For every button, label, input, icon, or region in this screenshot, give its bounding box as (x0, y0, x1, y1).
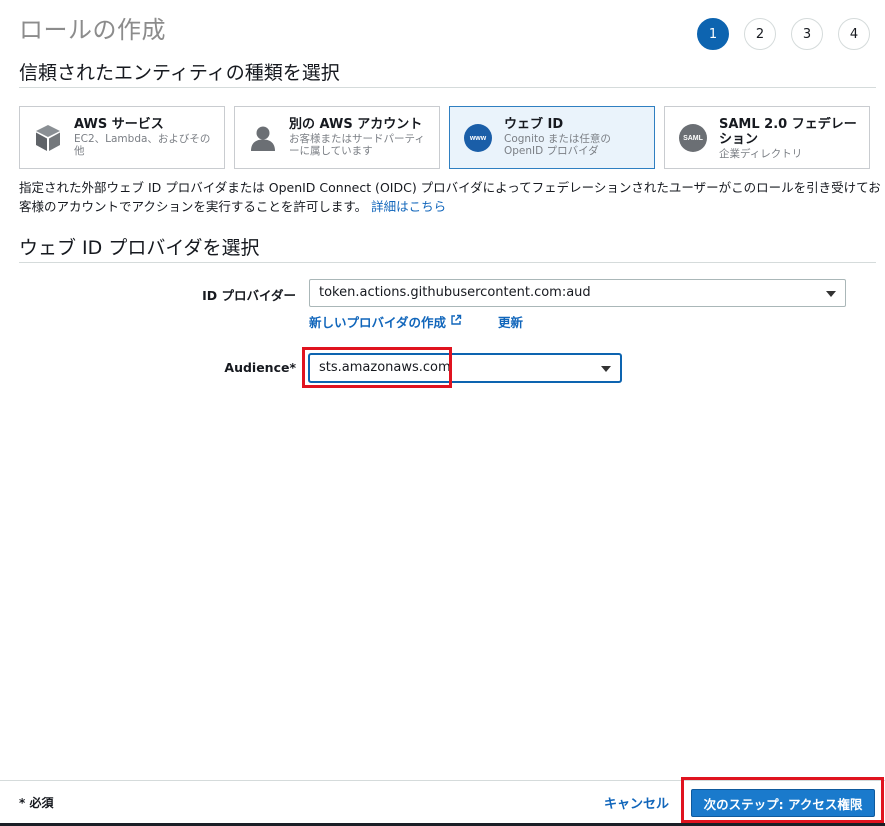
id-provider-value: token.actions.githubusercontent.com:aud (319, 285, 591, 300)
card-description: 企業ディレクトリ (719, 148, 803, 160)
entity-description: 指定された外部ウェブ ID プロバイダまたは OpenID Connect (O… (19, 178, 881, 216)
id-provider-label: ID プロバイダー (202, 288, 296, 303)
card-description: Cognito または任意の OpenID プロバイダ (504, 133, 611, 157)
step-4[interactable]: 4 (838, 18, 870, 50)
id-provider-select[interactable]: token.actions.githubusercontent.com:aud (309, 279, 846, 307)
footer: * 必須 キャンセル 次のステップ: アクセス権限 (0, 780, 885, 826)
card-title: SAML 2.0 フェデレーション (719, 117, 857, 147)
audience-value: sts.amazonaws.com (319, 360, 451, 375)
next-step-button[interactable]: 次のステップ: アクセス権限 (691, 789, 875, 817)
entity-card-web-identity[interactable]: www ウェブ ID Cognito または任意の OpenID プロバイダ (449, 106, 655, 169)
wizard-steps: 1 2 3 4 (697, 18, 885, 50)
www-icon-badge: www (464, 124, 492, 152)
step-3[interactable]: 3 (791, 18, 823, 50)
step-1[interactable]: 1 (697, 18, 729, 50)
chevron-down-icon (826, 291, 836, 297)
card-description: EC2、Lambda、およびその他 (74, 133, 211, 157)
create-provider-label: 新しいプロバイダの作成 (309, 315, 447, 330)
card-title: ウェブ ID (504, 117, 564, 132)
external-link-icon (450, 314, 462, 329)
card-title: 別の AWS アカウント (289, 117, 423, 132)
card-title: AWS サービス (74, 117, 164, 132)
chevron-down-icon (601, 366, 611, 372)
card-description: お客様またはサードパーティーに属しています (289, 133, 425, 157)
provider-heading: ウェブ ID プロバイダを選択 (19, 237, 260, 259)
create-provider-link[interactable]: 新しいプロバイダの作成 (309, 312, 462, 331)
learn-more-link[interactable]: 詳細はこちら (371, 199, 446, 214)
saml-icon: SAML (677, 122, 709, 154)
section-divider (19, 87, 876, 88)
entity-card-saml[interactable]: SAML SAML 2.0 フェデレーション 企業ディレクトリ (664, 106, 870, 169)
entity-type-heading: 信頼されたエンティティの種類を選択 (19, 62, 340, 84)
saml-icon-badge: SAML (679, 124, 707, 152)
www-icon: www (462, 122, 494, 154)
entity-card-another-account[interactable]: 別の AWS アカウント お客様またはサードパーティーに属しています (234, 106, 440, 169)
step-2[interactable]: 2 (744, 18, 776, 50)
audience-select[interactable]: sts.amazonaws.com (309, 354, 621, 382)
refresh-link[interactable]: 更新 (498, 312, 523, 331)
description-text: 指定された外部ウェブ ID プロバイダまたは OpenID Connect (O… (19, 180, 881, 214)
section-divider (19, 262, 876, 263)
audience-label: Audience* (224, 360, 296, 375)
cube-icon (32, 122, 64, 154)
person-icon (247, 122, 279, 154)
entity-type-cards: AWS サービス EC2、Lambda、およびその他 別の AWS アカウント … (19, 106, 870, 169)
provider-links: 新しいプロバイダの作成 更新 (309, 312, 559, 331)
cancel-button[interactable]: キャンセル (604, 793, 669, 812)
required-note: * 必須 (19, 796, 54, 810)
page-title: ロールの作成 (19, 16, 166, 44)
entity-card-aws-service[interactable]: AWS サービス EC2、Lambda、およびその他 (19, 106, 225, 169)
